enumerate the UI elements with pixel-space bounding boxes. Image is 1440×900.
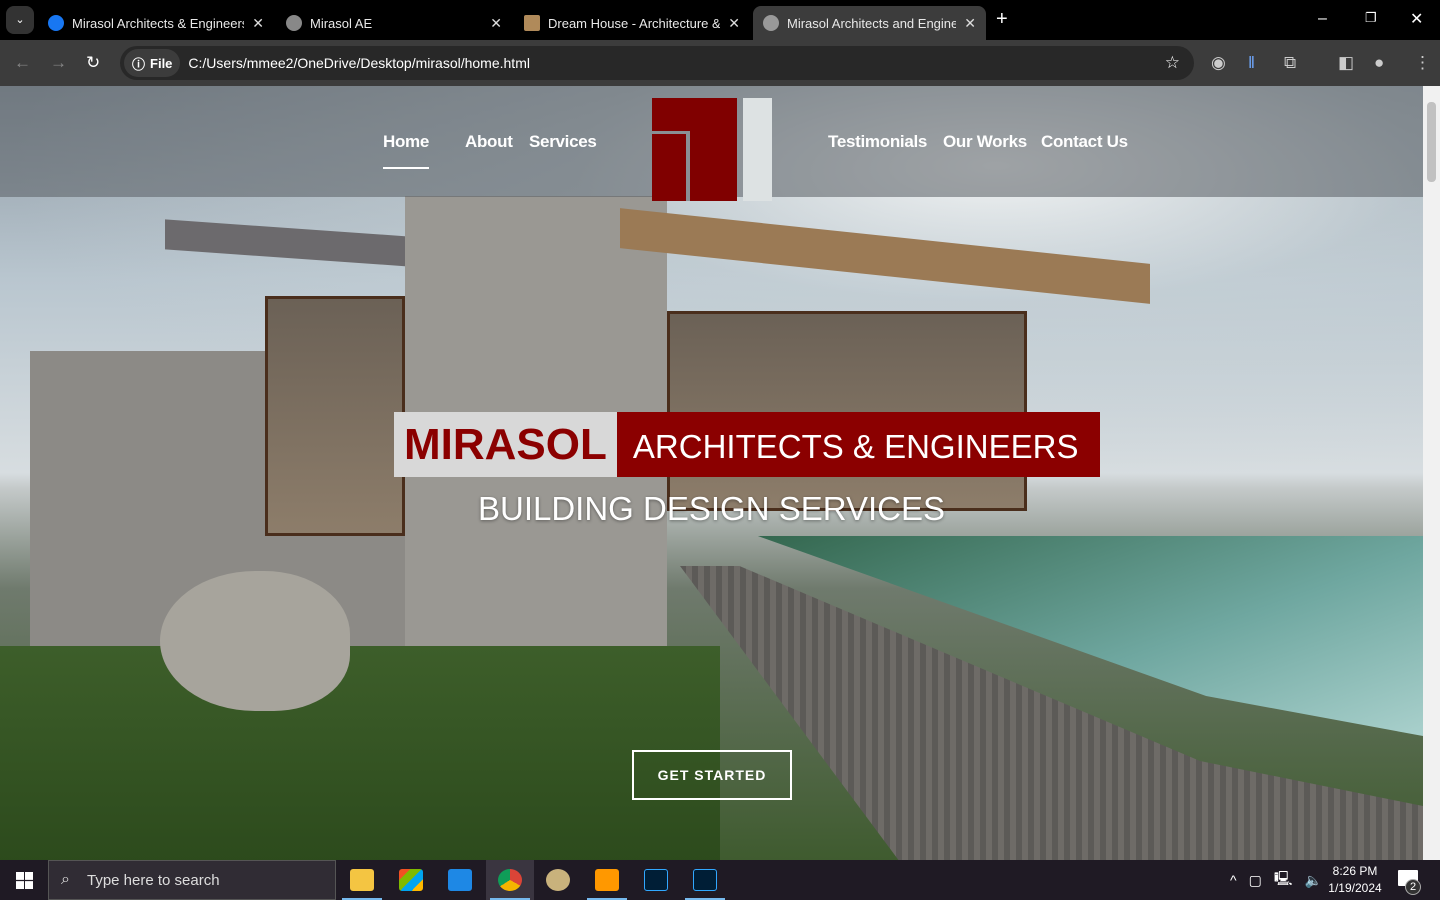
- url-text: C:/Users/mmee2/OneDrive/Desktop/mirasol/…: [188, 55, 530, 71]
- file-explorer-app[interactable]: [338, 860, 386, 900]
- restore-button[interactable]: ❐: [1365, 10, 1377, 26]
- globe-icon: [763, 15, 779, 31]
- address-bar[interactable]: ⓘ File C:/Users/mmee2/OneDrive/Desktop/mi…: [120, 46, 1194, 80]
- nav-our-works[interactable]: Our Works: [943, 132, 1027, 152]
- nav-testimonials[interactable]: Testimonials: [828, 132, 927, 152]
- info-icon: ⓘ: [132, 56, 146, 72]
- extension-icon[interactable]: ◉: [1211, 53, 1226, 73]
- store-app[interactable]: [387, 860, 435, 900]
- paint-app[interactable]: [534, 860, 582, 900]
- globe-icon: [286, 15, 302, 31]
- bookmark-star-icon[interactable]: ☆: [1165, 53, 1180, 73]
- rock: [160, 571, 350, 711]
- close-icon[interactable]: ✕: [964, 15, 976, 32]
- close-icon[interactable]: ✕: [728, 15, 740, 32]
- nav-about[interactable]: About: [465, 132, 513, 152]
- start-button[interactable]: [16, 872, 33, 889]
- extensions-puzzle-icon[interactable]: ⧉: [1284, 53, 1296, 73]
- hero-title: MIRASOL ARCHITECTS & ENGINEERS: [394, 412, 1101, 477]
- search-icon: ⌕: [61, 871, 70, 888]
- clock[interactable]: 8:26 PM 1/19/2024: [1322, 863, 1388, 897]
- new-tab-button[interactable]: +: [996, 8, 1008, 31]
- house-window: [667, 311, 1027, 511]
- meet-icon[interactable]: ▢: [1249, 872, 1262, 889]
- taskbar-search[interactable]: ⌕ Type here to search: [48, 860, 336, 900]
- close-icon[interactable]: ✕: [252, 15, 264, 32]
- side-panel-icon[interactable]: ◧: [1338, 53, 1354, 73]
- nav-contact-us[interactable]: Contact Us: [1041, 132, 1128, 152]
- building-icon: [524, 15, 540, 31]
- nav-home[interactable]: Home: [383, 132, 429, 169]
- lawn: [0, 646, 720, 860]
- network-icon[interactable]: 🖳: [1274, 868, 1293, 892]
- web-page: Home About Services Testimonials Our Wor…: [0, 86, 1423, 860]
- sublime-app[interactable]: [583, 860, 631, 900]
- tab-bar: ⌄ Mirasol Architects & Engineers ✕ Miraso…: [0, 0, 1440, 40]
- hero-architects-engineers: ARCHITECTS & ENGINEERS: [616, 412, 1101, 477]
- get-started-button[interactable]: GET STARTED: [632, 750, 792, 800]
- scrollbar-thumb[interactable]: [1427, 102, 1436, 182]
- tab-search-button[interactable]: ⌄: [6, 6, 34, 34]
- close-window-button[interactable]: ✕: [1410, 9, 1423, 29]
- volume-icon[interactable]: 🔈: [1305, 872, 1322, 889]
- tab-mirasol-ae[interactable]: Mirasol AE ✕: [276, 6, 512, 40]
- tab-mirasol-home[interactable]: Mirasol Architects and Engineers✕: [753, 6, 986, 40]
- close-icon[interactable]: ✕: [490, 15, 502, 32]
- profile-avatar[interactable]: ●: [1374, 53, 1384, 73]
- photoshop-app[interactable]: [632, 860, 680, 900]
- photoshop-app-2[interactable]: [681, 860, 729, 900]
- back-icon[interactable]: ←: [14, 53, 31, 73]
- system-tray: ^ ▢ 🖳 🔈: [1230, 860, 1322, 900]
- hero-subtitle: BUILDING DESIGN SERVICES: [477, 490, 945, 527]
- browser-toolbar: ← → ↻ ⓘ File C:/Users/mmee2/OneDrive/Desk…: [0, 40, 1440, 86]
- reload-icon[interactable]: ↻: [86, 53, 100, 73]
- tab-dream-house[interactable]: Dream House - Architecture & ✕: [514, 6, 750, 40]
- tab-facebook[interactable]: Mirasol Architects & Engineers ✕: [38, 6, 274, 40]
- notification-count-badge: 2: [1405, 879, 1421, 895]
- page-scrollbar[interactable]: [1423, 86, 1440, 860]
- audio-extension-icon[interactable]: ‖: [1248, 53, 1255, 73]
- menu-icon[interactable]: ⋮: [1414, 53, 1431, 73]
- mirasol-logo[interactable]: [652, 98, 772, 201]
- mail-app[interactable]: [436, 860, 484, 900]
- facebook-icon: [48, 15, 64, 31]
- hero-mirasol: MIRASOL: [394, 412, 617, 477]
- minimize-button[interactable]: –: [1318, 10, 1327, 28]
- chevron-up-icon[interactable]: ^: [1230, 872, 1237, 888]
- windows-taskbar: ⌕ Type here to search ^ ▢ 🖳 🔈 8:26 PM 1/19…: [0, 860, 1440, 900]
- site-info-chip[interactable]: ⓘ File: [124, 49, 181, 77]
- chrome-app[interactable]: [486, 860, 534, 900]
- nav-services[interactable]: Services: [529, 132, 597, 152]
- forward-icon[interactable]: →: [50, 53, 67, 73]
